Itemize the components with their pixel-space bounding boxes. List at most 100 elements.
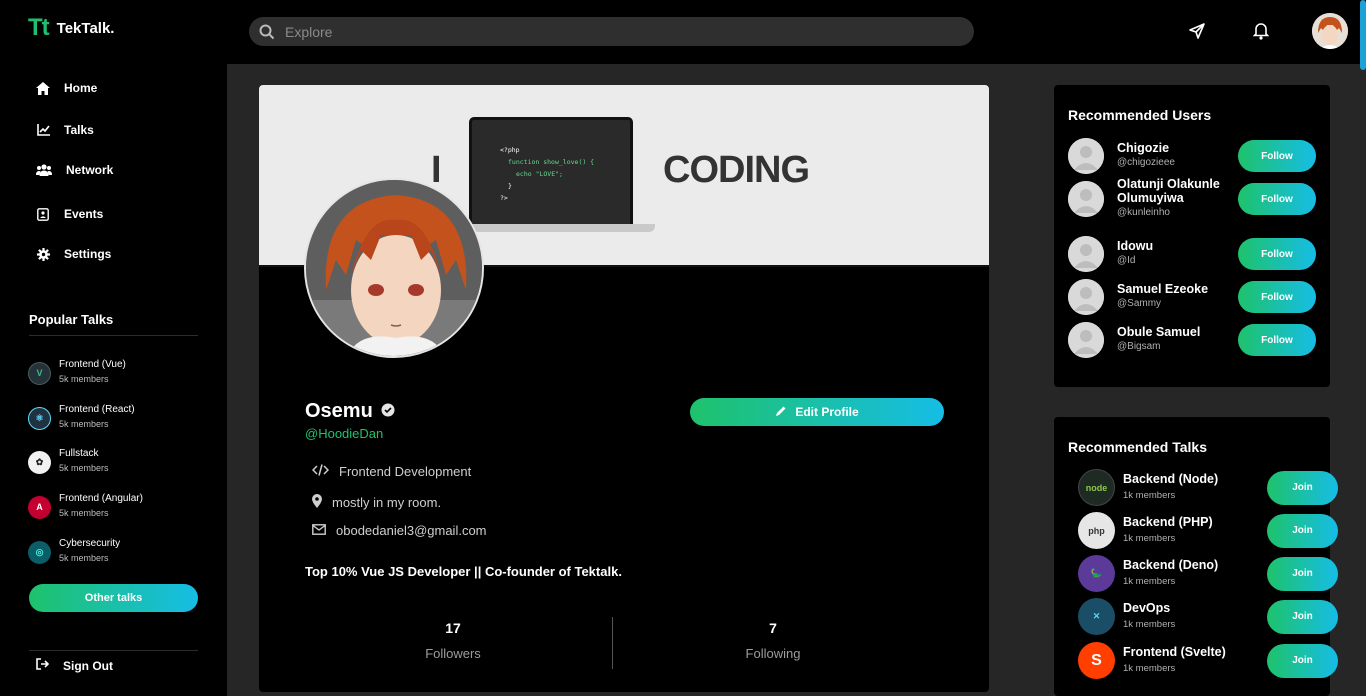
join-button[interactable]: Join [1267, 643, 1338, 678]
recommended-users-panel: Recommended Users Chigozie @chigozieee Fo… [1054, 85, 1330, 387]
talk-name[interactable]: Frontend (Svelte) [1123, 645, 1226, 660]
user-name[interactable]: Chigozie [1117, 141, 1241, 155]
edit-profile-label: Edit Profile [795, 405, 859, 419]
node-icon[interactable]: node [1078, 469, 1115, 506]
divider [29, 650, 198, 651]
user-name[interactable]: Idowu [1117, 239, 1241, 253]
laptop-base [459, 224, 655, 232]
code-line: ?> [500, 194, 508, 202]
profile-name: Osemu [305, 400, 395, 423]
followers-count: 17 [445, 620, 461, 636]
talk-members: 5k members [59, 374, 109, 384]
banner-text-left: I [431, 149, 442, 191]
talk-members: 1k members [1123, 532, 1176, 544]
code-snippet: <?php function show_love() { echo "LOVE"… [500, 144, 594, 204]
talk-name[interactable]: Backend (PHP) [1123, 515, 1213, 530]
follow-button[interactable]: Follow [1238, 324, 1316, 356]
user-name[interactable]: Obule Samuel [1117, 325, 1241, 339]
profile-location-text: mostly in my room. [332, 495, 442, 510]
profile-handle: @HoodieDan [305, 426, 384, 441]
talk-name: Frontend (React) [59, 404, 135, 415]
sign-out-button[interactable]: Sign Out [36, 658, 113, 673]
default-avatar-icon[interactable] [1068, 279, 1104, 315]
bell-icon[interactable] [1250, 20, 1272, 42]
following-label: Following [745, 646, 801, 661]
scrollbar[interactable] [1360, 0, 1366, 70]
logo-mark: Tt [28, 14, 50, 41]
talk-name: Cybersecurity [59, 538, 121, 549]
default-avatar-icon[interactable] [1068, 138, 1104, 174]
talk-row: ✕ DevOps 1k members Join [1078, 598, 1338, 635]
stat-divider [612, 617, 613, 669]
nav-events[interactable]: Events [36, 207, 103, 221]
send-icon[interactable] [1186, 20, 1208, 42]
follow-button[interactable]: Follow [1238, 140, 1316, 172]
popular-talks-title: Popular Talks [29, 312, 114, 327]
talk-row: node Backend (Node) 1k members Join [1078, 469, 1338, 506]
fullstack-icon: ✿ [28, 450, 51, 474]
code-line: function show_love() { [508, 158, 595, 166]
verified-badge-icon [381, 400, 395, 423]
talk-members: 1k members [1123, 489, 1176, 501]
nav-label: Network [66, 163, 114, 177]
nav-home[interactable]: Home [36, 81, 97, 95]
talk-name[interactable]: Backend (Deno) [1123, 558, 1218, 573]
code-line: } [508, 182, 512, 190]
talk-name: Frontend (Angular) [59, 493, 143, 504]
deno-icon[interactable]: 🦕 [1078, 555, 1115, 592]
join-button[interactable]: Join [1267, 470, 1338, 505]
follow-button[interactable]: Follow [1238, 238, 1316, 270]
talk-members: 1k members [1123, 618, 1176, 630]
code-line: echo "LOVE"; [516, 170, 563, 178]
popular-talk-fullstack[interactable]: ✿ Fullstack 5k members [28, 447, 109, 477]
popular-talk-cybersecurity[interactable]: ◎ Cybersecurity 5k members [28, 537, 120, 567]
react-icon: ⚛ [28, 406, 51, 430]
php-icon[interactable]: php [1078, 512, 1115, 549]
popular-talk-vue[interactable]: V Frontend (Vue) 5k members [28, 358, 126, 388]
app-logo[interactable]: Tt TekTalk. [28, 14, 114, 42]
followers-stat[interactable]: 17 Followers [303, 620, 603, 661]
gear-icon [36, 247, 50, 261]
user-avatar[interactable] [1312, 13, 1348, 49]
default-avatar-icon[interactable] [1068, 322, 1104, 358]
profile-card: I <?php function show_love() { echo "LOV… [259, 85, 989, 692]
banner-text-right: CODING [663, 149, 810, 191]
default-avatar-icon[interactable] [1068, 236, 1104, 272]
join-button[interactable]: Join [1267, 599, 1338, 634]
popular-talk-angular[interactable]: A Frontend (Angular) 5k members [28, 492, 143, 522]
sign-out-icon [36, 658, 50, 673]
default-avatar-icon[interactable] [1068, 181, 1104, 217]
devops-icon[interactable]: ✕ [1078, 598, 1115, 635]
popular-talk-react[interactable]: ⚛ Frontend (React) 5k members [28, 403, 135, 433]
profile-picture[interactable] [304, 178, 484, 358]
talk-name[interactable]: Backend (Node) [1123, 472, 1218, 487]
profile-bio: Top 10% Vue JS Developer || Co-founder o… [305, 564, 622, 579]
edit-profile-button[interactable]: Edit Profile [690, 398, 944, 426]
other-talks-button[interactable]: Other talks [29, 584, 198, 612]
talk-name: Frontend (Vue) [59, 359, 126, 370]
svelte-icon[interactable]: S [1078, 642, 1115, 679]
nav-talks[interactable]: Talks [36, 123, 94, 137]
following-stat[interactable]: 7 Following [623, 620, 923, 661]
nav-settings[interactable]: Settings [36, 247, 111, 261]
talk-members: 5k members [59, 463, 109, 473]
follow-button[interactable]: Follow [1238, 281, 1316, 313]
nav-network[interactable]: Network [36, 163, 113, 177]
talk-name[interactable]: DevOps [1123, 601, 1175, 616]
talk-members: 1k members [1123, 575, 1176, 587]
sidebar: Home Talks Network Events Settings Popul… [0, 64, 227, 696]
search-bar [249, 17, 974, 46]
talk-row: S Frontend (Svelte) 1k members Join [1078, 642, 1338, 679]
user-row: Chigozie @chigozieee Follow [1068, 138, 1316, 174]
search-input[interactable] [285, 23, 925, 40]
user-row: Idowu @Id Follow [1068, 236, 1316, 272]
laptop-illustration: <?php function show_love() { echo "LOVE"… [469, 117, 633, 231]
user-name[interactable]: Samuel Ezeoke [1117, 282, 1241, 296]
user-row: Olatunji Olakunle Olumuyiwa @kunleinho Fo… [1068, 177, 1316, 218]
nav-label: Settings [64, 247, 112, 261]
profile-email: obodedaniel3@gmail.com [312, 523, 487, 538]
join-button[interactable]: Join [1267, 556, 1338, 591]
join-button[interactable]: Join [1267, 513, 1338, 548]
user-name[interactable]: Olatunji Olakunle Olumuyiwa [1117, 177, 1241, 205]
follow-button[interactable]: Follow [1238, 183, 1316, 215]
